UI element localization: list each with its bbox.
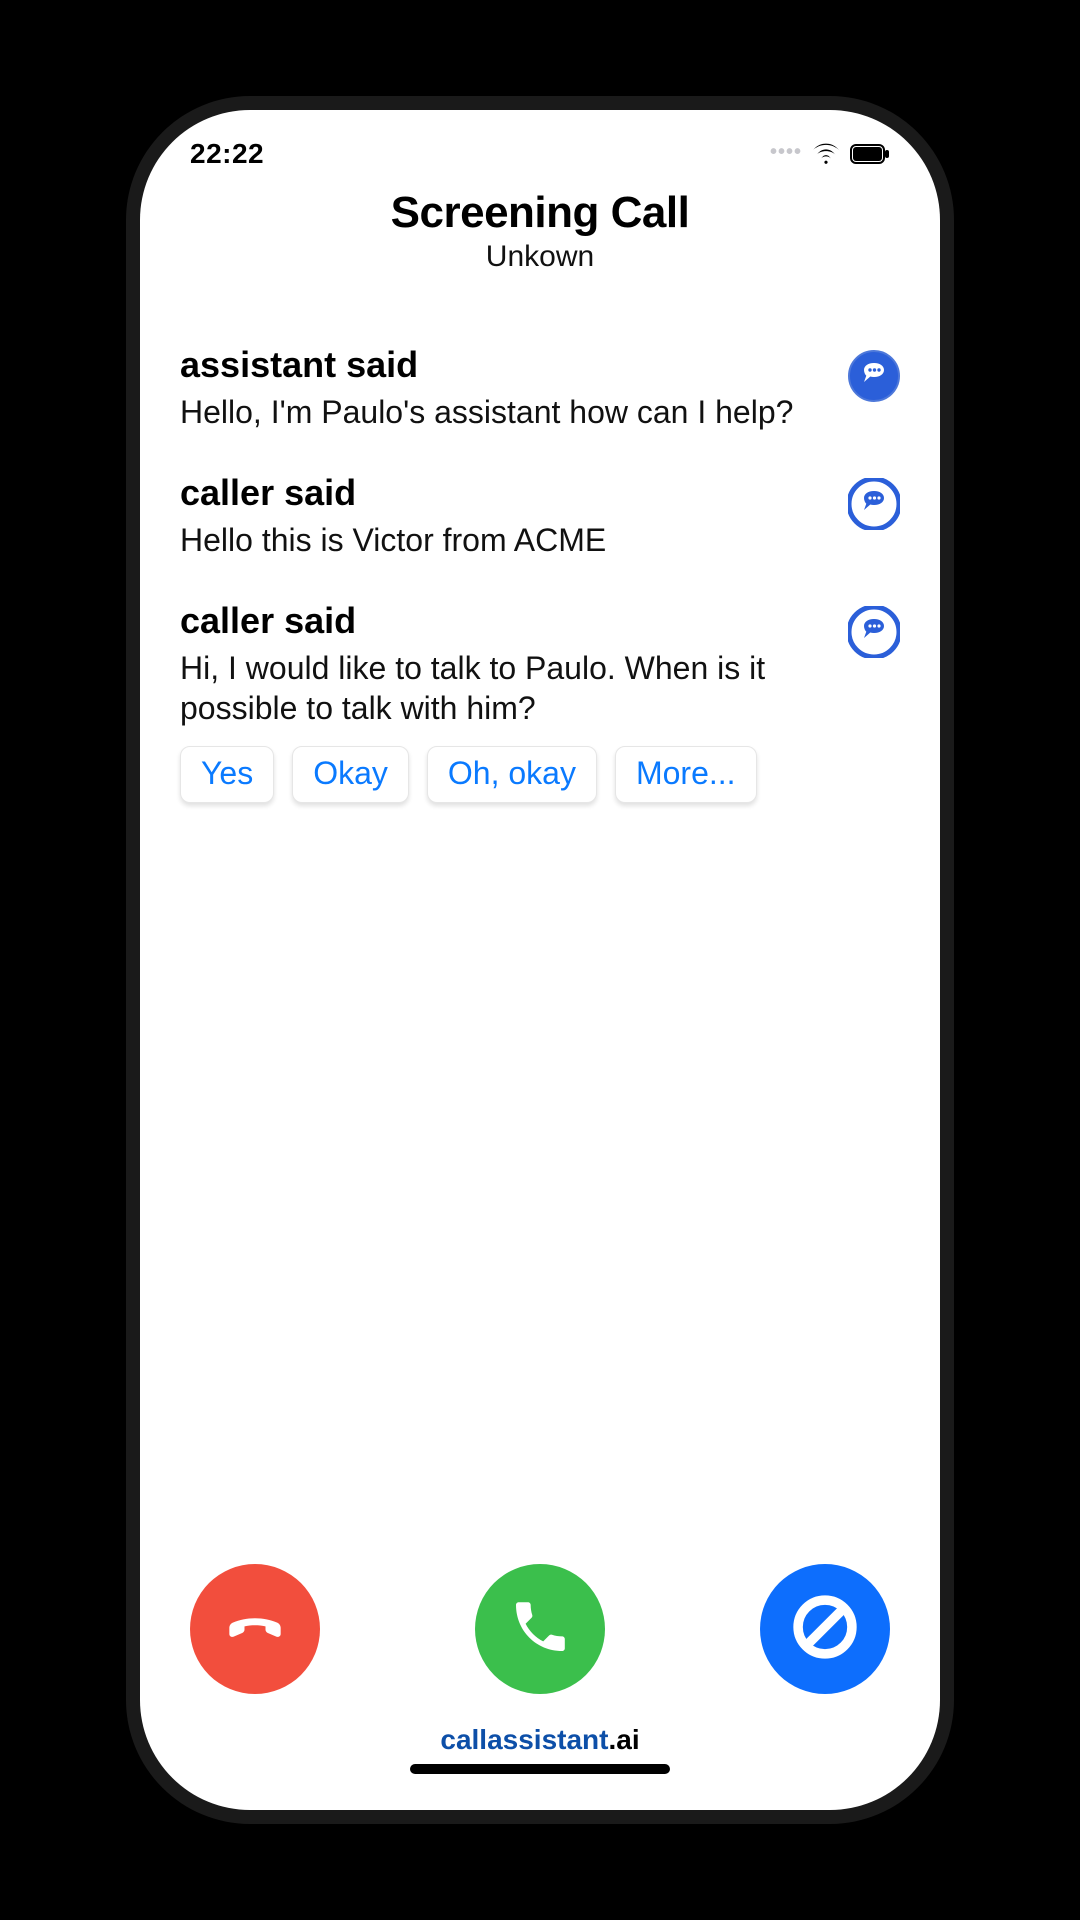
phone-frame: 22:22 •••• Screening Call Unkown assista… [140, 110, 940, 1810]
message-speaker-label: caller said [180, 600, 820, 642]
signal-dots-icon: •••• [770, 141, 802, 168]
message-speaker-label: assistant said [180, 344, 820, 386]
decline-call-button[interactable] [190, 1564, 320, 1694]
status-time: 22:22 [190, 138, 264, 170]
status-right: •••• [770, 141, 890, 168]
wifi-icon [812, 143, 840, 165]
message-text: Hi, I would like to talk to Paulo. When … [180, 648, 820, 728]
quick-reply-more-button[interactable]: More... [615, 746, 757, 803]
battery-icon [850, 144, 890, 164]
message-speaker-label: caller said [180, 472, 820, 514]
transcript-message: caller said Hello this is Victor from AC… [180, 472, 900, 560]
speech-bubble-icon[interactable] [848, 606, 900, 658]
block-caller-button[interactable] [760, 1564, 890, 1694]
message-text: Hello this is Victor from ACME [180, 520, 820, 560]
quick-reply-button[interactable]: Okay [292, 746, 409, 803]
page-subtitle: Unkown [180, 240, 900, 274]
footer: callassistant.ai [140, 1724, 940, 1810]
transcript-message: caller said Hi, I would like to talk to … [180, 600, 900, 728]
quick-reply-button[interactable]: Oh, okay [427, 746, 597, 803]
home-indicator[interactable] [410, 1764, 670, 1774]
screen-header: Screening Call Unkown [140, 180, 940, 284]
call-action-bar [140, 1564, 940, 1724]
quick-replies-row: Yes Okay Oh, okay More... [180, 746, 900, 803]
phone-hangup-icon [220, 1592, 290, 1667]
transcript: assistant said Hello, I'm Paulo's assist… [140, 284, 940, 1564]
phone-icon [508, 1595, 572, 1664]
transcript-message: assistant said Hello, I'm Paulo's assist… [180, 344, 900, 432]
brand-primary: callassistant [440, 1724, 608, 1755]
message-text: Hello, I'm Paulo's assistant how can I h… [180, 392, 820, 432]
speech-bubble-icon[interactable] [848, 350, 900, 402]
page-title: Screening Call [180, 188, 900, 238]
block-icon [787, 1589, 863, 1670]
speech-bubble-icon[interactable] [848, 478, 900, 530]
brand-suffix: .ai [608, 1724, 639, 1755]
status-bar: 22:22 •••• [140, 110, 940, 180]
quick-reply-button[interactable]: Yes [180, 746, 274, 803]
brand-label: callassistant.ai [440, 1724, 639, 1755]
accept-call-button[interactable] [475, 1564, 605, 1694]
